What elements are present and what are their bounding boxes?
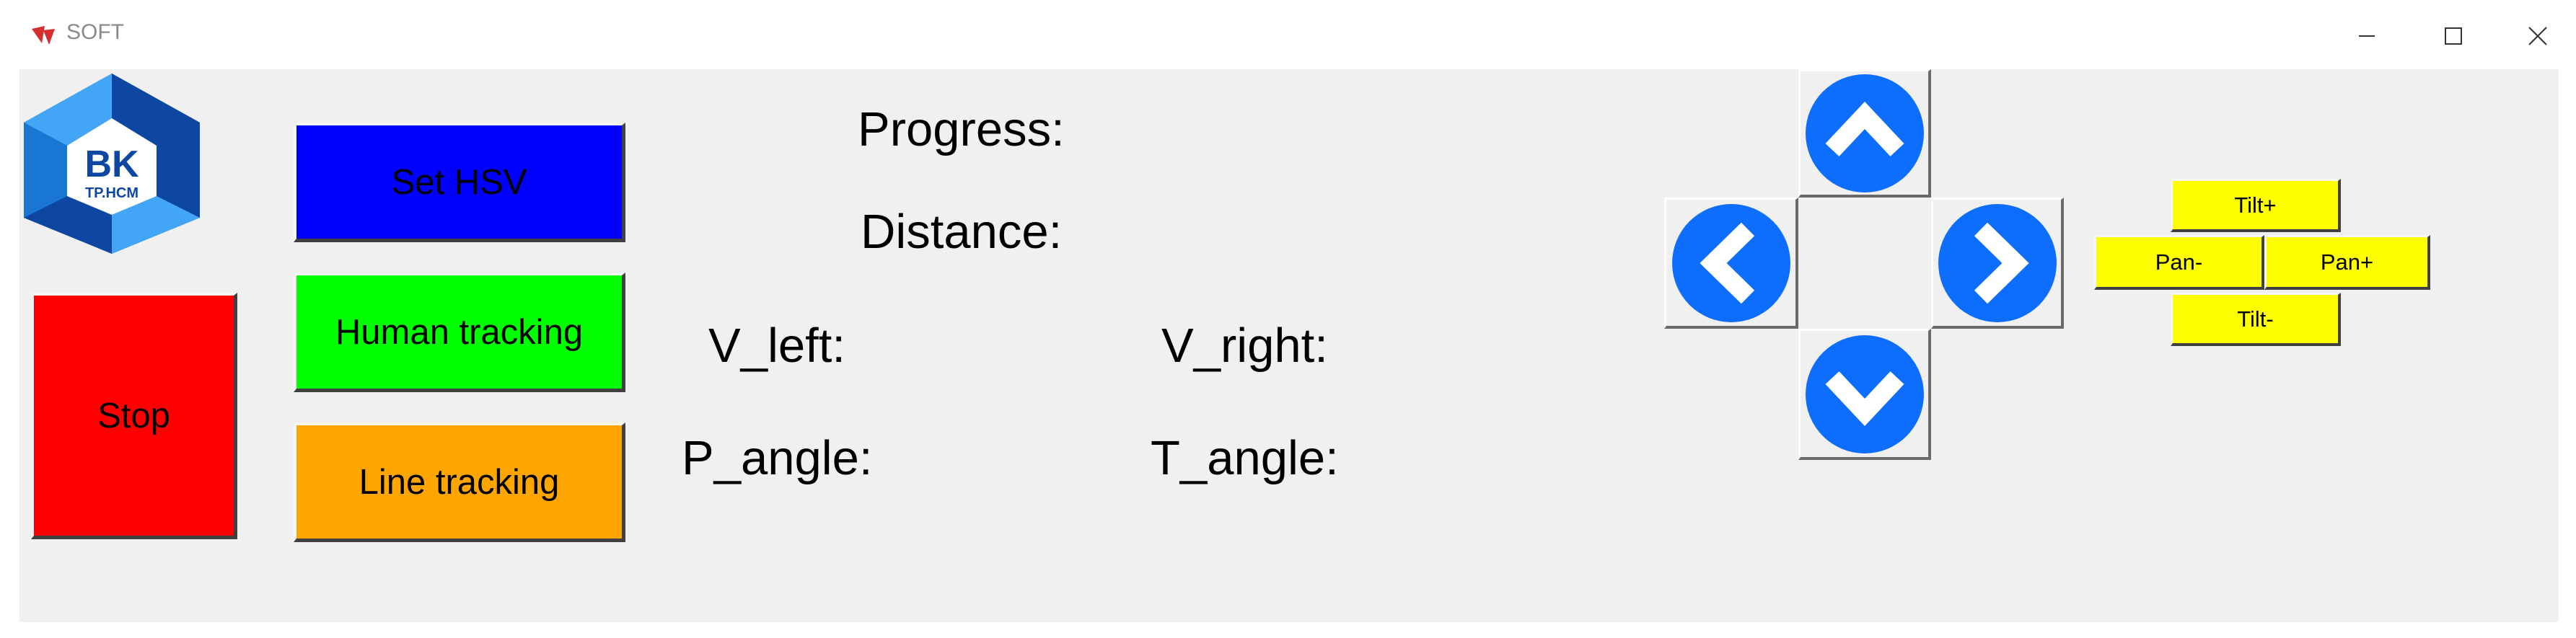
arrow-left-icon	[1671, 203, 1790, 322]
window-title: SOFT	[66, 20, 124, 44]
arrow-right-icon	[1938, 203, 2057, 322]
progress-label: Progress:	[858, 102, 1065, 156]
pan-minus-label: Pan-	[2155, 249, 2203, 275]
line-tracking-button-label: Line tracking	[359, 462, 560, 502]
move-backward-button[interactable]	[1798, 329, 1931, 460]
tilt-minus-button[interactable]: Tilt-	[2171, 293, 2341, 346]
pan-minus-button[interactable]: Pan-	[2094, 235, 2264, 290]
bk-logo: BK TP.HCM	[19, 74, 204, 254]
arrow-down-icon	[1805, 334, 1924, 453]
logo-text: BK	[84, 143, 139, 185]
distance-label: Distance:	[861, 205, 1063, 259]
logo-subtext: TP.HCM	[84, 185, 139, 201]
tilt-plus-label: Tilt+	[2234, 192, 2277, 218]
set-hsv-button-label: Set HSV	[391, 162, 527, 202]
v-left-label: V_left:	[708, 319, 845, 373]
maximize-button[interactable]	[2417, 13, 2489, 58]
human-tracking-button-label: Human tracking	[335, 312, 584, 352]
tilt-plus-button[interactable]: Tilt+	[2171, 179, 2341, 232]
arrow-up-icon	[1805, 74, 1924, 192]
move-forward-button[interactable]	[1798, 69, 1931, 198]
v-right-label: V_right:	[1161, 319, 1328, 373]
set-hsv-button[interactable]: Set HSV	[294, 123, 625, 242]
pan-plus-label: Pan+	[2320, 249, 2374, 275]
title-bar: SOFT	[0, 0, 2576, 69]
human-tracking-button[interactable]: Human tracking	[294, 273, 625, 392]
stop-button-label: Stop	[97, 396, 170, 435]
main-panel: BK TP.HCM Stop Set HSV Human tracking Li…	[19, 69, 2559, 622]
p-angle-label: P_angle:	[682, 431, 873, 485]
tilt-minus-label: Tilt-	[2237, 306, 2274, 332]
line-tracking-button[interactable]: Line tracking	[294, 422, 625, 542]
minimize-button[interactable]	[2330, 13, 2402, 58]
minimize-icon	[2359, 35, 2375, 37]
close-button[interactable]	[2500, 13, 2572, 58]
tk-feather-icon	[32, 26, 55, 45]
pan-plus-button[interactable]: Pan+	[2264, 235, 2430, 290]
turn-left-button[interactable]	[1664, 198, 1798, 329]
stop-button[interactable]: Stop	[31, 293, 237, 539]
t-angle-label: T_angle:	[1151, 431, 1339, 485]
close-icon	[2528, 27, 2547, 45]
maximize-icon	[2445, 27, 2462, 45]
turn-right-button[interactable]	[1931, 198, 2064, 329]
